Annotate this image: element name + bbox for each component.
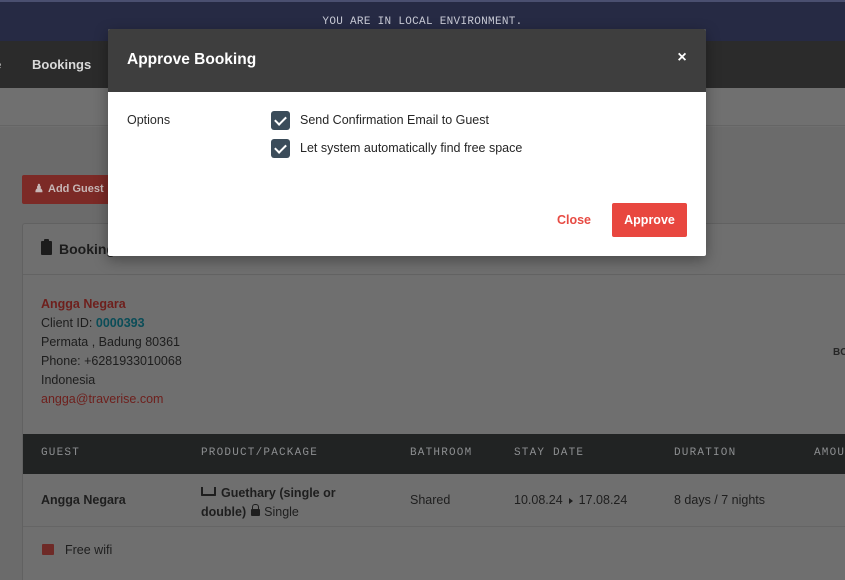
client-info: Angga Negara Client ID: 0000393 Permata … (41, 295, 182, 409)
column-header-duration: DURATION (674, 447, 737, 459)
duration-cell: 8 days / 7 nights (674, 493, 766, 507)
approve-booking-modal: Approve Booking × Options Send Confirmat… (108, 29, 706, 256)
room-type: Single (264, 505, 299, 519)
booking-card-title: Booking (59, 241, 115, 257)
product-name-line1: Guethary (single or (221, 486, 336, 500)
clipboard-icon (41, 239, 52, 255)
client-id-line: Client ID: 0000393 (41, 314, 182, 333)
add-guest-label: Add Guest (48, 183, 104, 195)
checkbox-auto-find-free-space[interactable] (271, 138, 290, 158)
product-cell: Guethary (single or double) Single (201, 484, 336, 522)
client-name[interactable]: Angga Negara (41, 295, 182, 314)
column-header-product: PRODUCT/PACKAGE (201, 447, 319, 459)
guest-cell: Angga Negara (41, 493, 126, 507)
column-header-stay-date: STAY DATE (514, 447, 585, 459)
stay-to: 17.08.24 (578, 493, 628, 507)
nav-item-previous[interactable]: e (0, 41, 1, 88)
amenity-row: Free wifi (23, 528, 845, 573)
amenity-text: Free wifi (65, 543, 113, 557)
caret-right-icon (568, 498, 573, 504)
column-header-amount: AMOU (814, 447, 845, 459)
option-auto-find-free-space[interactable]: Let system automatically find free space (271, 138, 522, 158)
option-send-confirmation-email[interactable]: Send Confirmation Email to Guest (271, 110, 489, 130)
modal-header: Approve Booking × (108, 29, 706, 92)
client-phone: Phone: +6281933010068 (41, 354, 182, 368)
option-label-auto-find-free-space: Let system automatically find free space (300, 141, 523, 155)
booking-table-header: GUEST PRODUCT/PACKAGE BATHROOM STAY DATE… (23, 434, 845, 474)
bathroom-cell: Shared (410, 493, 451, 507)
stay-from: 10.08.24 (514, 493, 563, 507)
truncated-label: BC (833, 347, 845, 358)
bed-icon (201, 487, 216, 496)
options-label: Options (127, 113, 171, 127)
gift-icon (42, 544, 54, 555)
product-name-line2: double) (201, 505, 247, 519)
nav-item-bookings[interactable]: Bookings (32, 41, 91, 88)
modal-title: Approve Booking (127, 51, 257, 68)
approve-button[interactable]: Approve (612, 203, 687, 237)
column-header-bathroom: BATHROOM (410, 447, 473, 459)
table-row: Angga Negara Guethary (single or double)… (23, 474, 845, 527)
close-icon[interactable]: × (674, 48, 690, 68)
column-header-guest: GUEST (41, 447, 81, 459)
client-id-label: Client ID: (41, 316, 93, 330)
client-id-link[interactable]: 0000393 (96, 316, 145, 330)
add-guest-button[interactable]: ♟ Add Guest (22, 175, 114, 204)
option-label-send-confirmation-email: Send Confirmation Email to Guest (300, 113, 489, 127)
client-email-link[interactable]: angga@traverise.com (41, 390, 182, 409)
client-address: Permata , Badung 80361 (41, 335, 180, 349)
user-icon: ♟ (34, 183, 44, 195)
lock-icon (251, 504, 261, 516)
close-button[interactable]: Close (548, 205, 600, 235)
checkbox-send-confirmation-email[interactable] (271, 110, 290, 130)
client-country: Indonesia (41, 373, 96, 387)
stay-date-cell: 10.08.24 17.08.24 (514, 493, 627, 507)
